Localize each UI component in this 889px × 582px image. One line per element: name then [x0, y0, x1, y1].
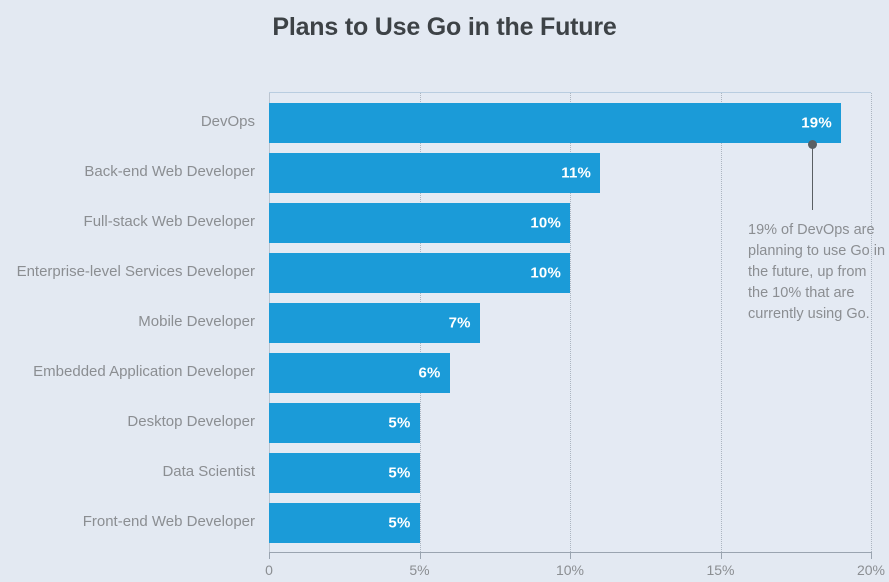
x-axis-tick-label: 0 — [265, 562, 273, 578]
bar-value-label: 7% — [448, 314, 471, 332]
x-axis-tick — [570, 552, 571, 559]
category-label: Back-end Web Developer — [84, 163, 255, 180]
category-label: Enterprise-level Services Developer — [16, 263, 255, 280]
bar-value-label: 10% — [530, 264, 561, 282]
category-label: Full-stack Web Developer — [83, 213, 255, 230]
bar-value-label: 5% — [388, 414, 411, 432]
bar-value-label: 5% — [388, 514, 411, 532]
bar-value-label: 10% — [530, 214, 561, 232]
bar-row: 5% — [269, 453, 871, 493]
chart-title: Plans to Use Go in the Future — [272, 13, 617, 41]
bar[interactable]: 10% — [269, 203, 570, 243]
category-label: Embedded Application Developer — [33, 363, 255, 380]
bar-row: 11% — [269, 153, 871, 193]
x-axis-tick-label: 15% — [706, 562, 735, 578]
bar[interactable]: 7% — [269, 303, 480, 343]
bar-row: 6% — [269, 353, 871, 393]
category-axis-labels: DevOps Back-end Web Developer Full-stack W… — [0, 92, 262, 552]
annotation-text: 19% of DevOps are planning to use Go in … — [748, 222, 886, 322]
bar[interactable]: 11% — [269, 153, 601, 193]
category-label: Desktop Developer — [127, 413, 255, 430]
bar-value-label: 5% — [388, 464, 411, 482]
bar[interactable]: 5% — [269, 503, 420, 543]
bar-value-label: 11% — [561, 164, 592, 182]
x-axis-tick — [871, 552, 872, 559]
x-axis-tick — [419, 552, 421, 559]
annotation-leader-line — [812, 148, 813, 210]
bar-row: 5% — [269, 403, 871, 443]
category-label: Mobile Developer — [138, 313, 255, 330]
x-axis-tick — [720, 552, 722, 559]
bar[interactable]: 19% — [269, 103, 841, 143]
x-axis-tick — [269, 552, 270, 559]
bar-value-label: 6% — [418, 364, 441, 382]
bar[interactable]: 5% — [269, 453, 420, 493]
bar[interactable]: 6% — [269, 353, 450, 393]
bar-row: 5% — [269, 503, 871, 543]
x-axis-tick-label: 20% — [856, 562, 886, 578]
x-axis: 0 5% 10% 15% 20% — [265, 552, 885, 582]
category-label: DevOps — [200, 113, 255, 130]
bar[interactable]: 10% — [269, 253, 570, 293]
bar-row: 19% — [269, 103, 871, 143]
bar-value-label: 19% — [801, 114, 832, 132]
category-label: Front-end Web Developer — [82, 513, 255, 530]
bar[interactable]: 5% — [269, 403, 420, 443]
x-axis-tick-label: 10% — [555, 562, 585, 578]
x-axis-tick-label: 5% — [409, 562, 430, 578]
category-label: Data Scientist — [162, 463, 255, 480]
